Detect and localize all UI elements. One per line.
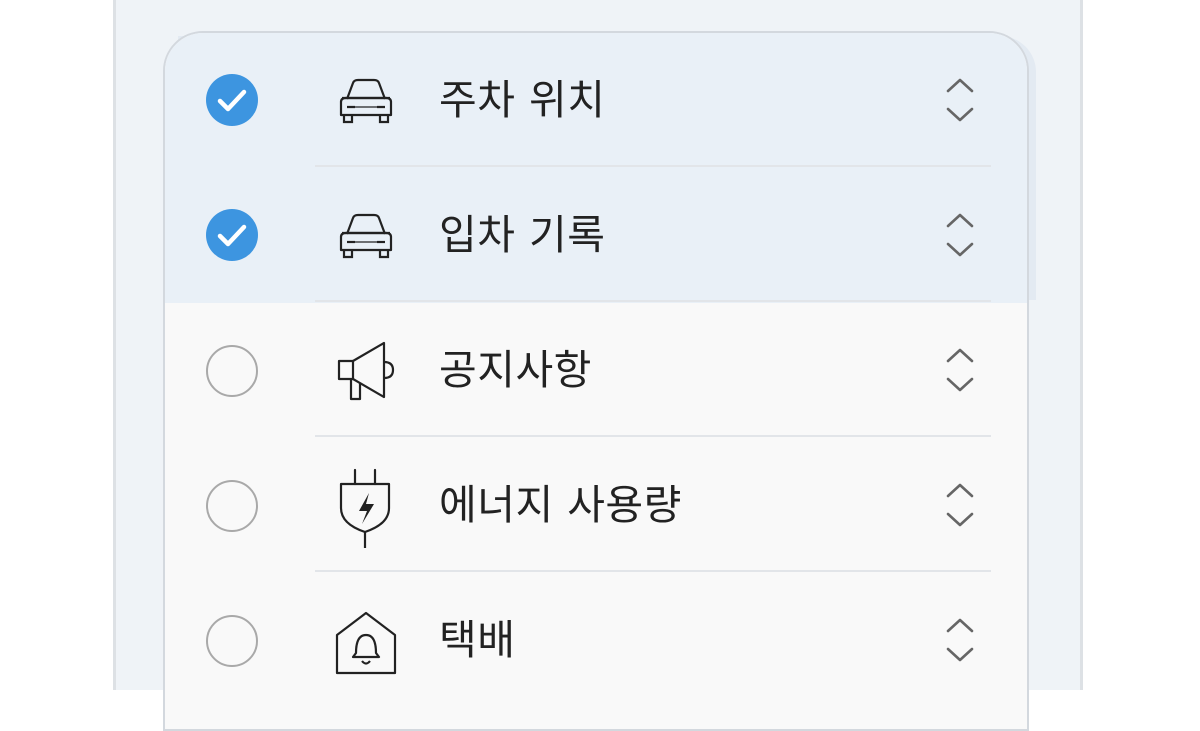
list-item-parcel[interactable]: 택배	[165, 573, 1027, 708]
list-item-label: 주차 위치	[439, 76, 606, 124]
list-item-label: 입차 기록	[439, 211, 606, 259]
list-item-label: 택배	[439, 616, 516, 664]
row-divider	[315, 435, 991, 437]
checkbox-unchecked[interactable]	[206, 615, 258, 667]
list-item-notices[interactable]: 공지사항	[165, 303, 1027, 438]
checkbox-unchecked[interactable]	[206, 480, 258, 532]
house-bell-icon	[335, 611, 397, 675]
reorder-chevrons-icon[interactable]	[942, 75, 978, 125]
car-icon	[339, 213, 393, 259]
reorder-chevrons-icon[interactable]	[942, 210, 978, 260]
row-divider	[315, 300, 991, 302]
list-item-energy-usage[interactable]: 에너지 사용량	[165, 438, 1027, 573]
reorder-chevrons-icon[interactable]	[942, 345, 978, 395]
checkbox-unchecked[interactable]	[206, 345, 258, 397]
list-item-label: 에너지 사용량	[439, 481, 682, 529]
reorder-chevrons-icon[interactable]	[942, 480, 978, 530]
settings-list-card: 주차 위치 입차 기록 공지사항 에너지 사용량 택배	[163, 31, 1029, 731]
row-divider	[315, 165, 991, 167]
reorder-chevrons-icon[interactable]	[942, 615, 978, 665]
checkmark-icon	[217, 224, 247, 247]
megaphone-icon	[337, 341, 395, 401]
list-item-entry-log[interactable]: 입차 기록	[165, 168, 1027, 303]
checkbox-checked[interactable]	[206, 74, 258, 126]
row-divider	[315, 570, 991, 572]
plug-energy-icon	[339, 468, 391, 548]
list-item-parking-location[interactable]: 주차 위치	[165, 33, 1027, 168]
checkbox-checked[interactable]	[206, 209, 258, 261]
car-icon	[339, 78, 393, 124]
list-item-label: 공지사항	[439, 346, 592, 394]
checkmark-icon	[217, 89, 247, 112]
